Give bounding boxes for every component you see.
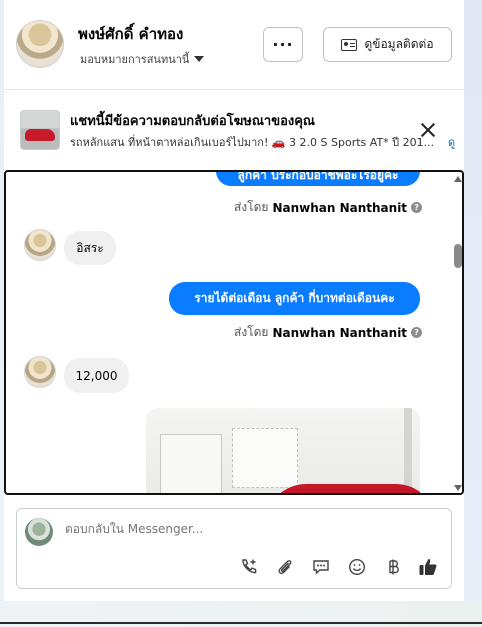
conversation-header: พงษ์ศักดิ์ คำทอง มอบหมายการสนทนานี้ ··· … [4,0,464,90]
more-options-button[interactable]: ··· [263,27,303,62]
ad-banner-subtitle: รถหลักแสน ที่หน้าตาหล่อเกินเบอร์ไปมาก! 🚗… [70,136,435,149]
scroll-up-icon[interactable] [454,176,462,182]
window-divider [0,622,482,624]
emoji-icon[interactable] [346,556,368,578]
sent-by-prefix: ส่งโดย [234,325,269,339]
incoming-message[interactable]: อิสระ [64,231,116,265]
scroll-down-icon[interactable] [454,485,462,491]
chat-icon[interactable] [310,556,332,578]
page-avatar [25,518,53,546]
sent-by-prefix: ส่งโดย [234,200,269,214]
contact-avatar-small [24,356,56,388]
phone-add-icon[interactable] [238,556,260,578]
outgoing-message[interactable]: ลูกค้า ประกอบอาชีพอะไรอยู่คะ [216,172,420,186]
reply-input[interactable] [65,522,425,536]
sent-by-label: ส่งโดย Nanwhan Nanthanit ? [234,198,423,217]
contact-name[interactable]: พงษ์ศักดิ์ คำทอง [78,22,183,46]
ad-thumbnail[interactable] [20,110,60,150]
contact-avatar[interactable] [16,20,64,68]
window-edge [464,0,482,627]
ad-reply-banner: แชทนี้มีข้อความตอบกลับต่อโฆษณาของคุณ รถห… [4,100,464,160]
contact-avatar-small [24,229,56,261]
baht-icon[interactable] [383,556,405,578]
view-contact-label: ดูข้อมูลติดต่อ [364,37,434,51]
photo-panel [232,428,298,488]
outgoing-photo[interactable] [146,408,420,493]
sender-name: Nanwhan Nanthanit [272,200,408,215]
incoming-message[interactable]: 12,000 [64,358,129,393]
assign-dropdown[interactable]: มอบหมายการสนทนานี้ [80,50,205,68]
ad-banner-title: แชทนี้มีข้อความตอบกลับต่อโฆษณาของคุณ [70,114,315,129]
reply-composer [16,508,452,589]
info-icon[interactable]: ? [411,327,423,338]
close-icon[interactable] [418,120,438,140]
more-options-label: ··· [272,35,294,54]
sender-name: Nanwhan Nanthanit [272,325,408,340]
scrollbar-thumb[interactable] [454,244,462,268]
view-contact-button[interactable]: ดูข้อมูลติดต่อ [323,27,452,62]
paperclip-icon[interactable] [274,556,296,578]
caret-down-icon [194,56,205,62]
scrollbar[interactable] [452,172,462,493]
conversation-panel: พงษ์ศักดิ์ คำทอง มอบหมายการสนทนานี้ ··· … [4,0,464,601]
sent-by-label: ส่งโดย Nanwhan Nanthanit ? [234,323,423,342]
assign-label: มอบหมายการสนทนานี้ [80,53,190,66]
photo-door [160,434,222,493]
info-icon[interactable]: ? [411,202,423,213]
ad-view-link[interactable]: ดู [448,133,464,151]
photo-post [404,408,412,493]
message-thread[interactable]: ลูกค้า ประกอบอาชีพอะไรอยู่คะ ส่งโดย Nanw… [4,170,464,495]
thumbs-up-icon[interactable] [417,556,439,578]
contact-card-icon [341,38,358,51]
outgoing-message[interactable]: รายได้ต่อเดือน ลูกค้า กี่บาทต่อเดือนคะ [169,282,420,315]
